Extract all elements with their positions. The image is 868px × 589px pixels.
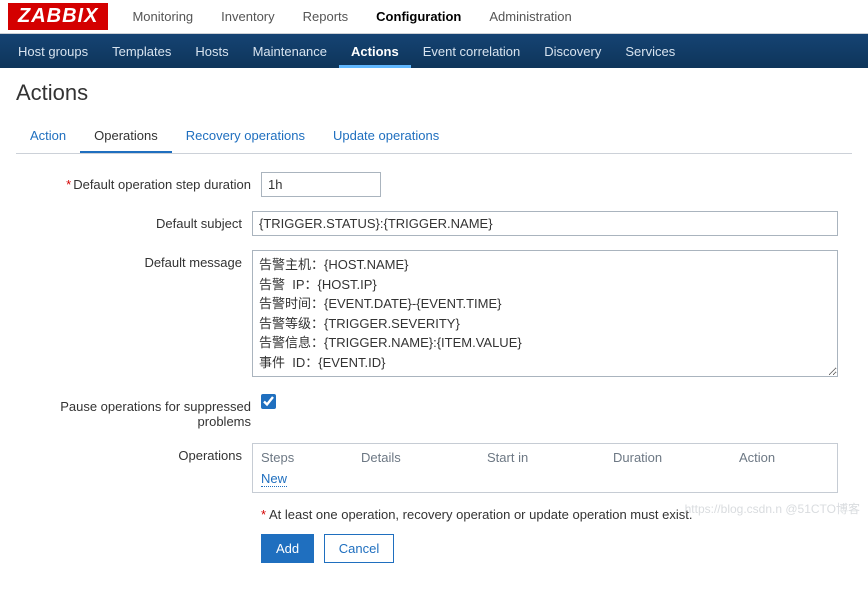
subject-label: Default subject — [16, 211, 252, 236]
operations-label: Operations — [16, 443, 252, 493]
col-steps: Steps — [261, 450, 361, 465]
subnav-host-groups[interactable]: Host groups — [6, 34, 100, 68]
required-hint: * At least one operation, recovery opera… — [261, 507, 692, 522]
tab-update-operations[interactable]: Update operations — [319, 120, 453, 153]
operations-new-link[interactable]: New — [261, 471, 287, 487]
pause-checkbox[interactable] — [261, 394, 276, 409]
subnav-services[interactable]: Services — [613, 34, 687, 68]
cancel-button[interactable]: Cancel — [324, 534, 394, 563]
tab-operations[interactable]: Operations — [80, 120, 172, 153]
topnav-monitoring[interactable]: Monitoring — [118, 1, 207, 32]
subnav-templates[interactable]: Templates — [100, 34, 183, 68]
tabs: Action Operations Recovery operations Up… — [16, 120, 852, 154]
topnav-configuration[interactable]: Configuration — [362, 1, 475, 32]
duration-label: *Default operation step duration — [16, 172, 261, 197]
top-nav: Monitoring Inventory Reports Configurati… — [118, 1, 585, 32]
subject-input[interactable] — [252, 211, 838, 236]
sub-nav: Host groups Templates Hosts Maintenance … — [0, 34, 868, 68]
subnav-hosts[interactable]: Hosts — [183, 34, 240, 68]
col-action: Action — [739, 450, 829, 465]
add-button[interactable]: Add — [261, 534, 314, 563]
topnav-administration[interactable]: Administration — [475, 1, 585, 32]
page-title: Actions — [16, 80, 852, 106]
operations-table: Steps Details Start in Duration Action N… — [252, 443, 838, 493]
col-details: Details — [361, 450, 487, 465]
subnav-maintenance[interactable]: Maintenance — [241, 34, 339, 68]
logo: ZABBIX — [8, 3, 108, 30]
subnav-discovery[interactable]: Discovery — [532, 34, 613, 68]
subnav-event-correlation[interactable]: Event correlation — [411, 34, 533, 68]
page-content: Actions Action Operations Recovery opera… — [0, 68, 868, 589]
message-textarea[interactable]: 告警主机：{HOST.NAME} 告警 IP：{HOST.IP} 告警时间：{E… — [252, 250, 838, 377]
subnav-actions[interactable]: Actions — [339, 34, 411, 68]
topnav-reports[interactable]: Reports — [289, 1, 363, 32]
top-bar: ZABBIX Monitoring Inventory Reports Conf… — [0, 0, 868, 34]
operations-table-header: Steps Details Start in Duration Action — [253, 444, 837, 471]
message-label: Default message — [16, 250, 252, 380]
duration-input[interactable] — [261, 172, 381, 197]
topnav-inventory[interactable]: Inventory — [207, 1, 288, 32]
pause-label: Pause operations for suppressed problems — [16, 394, 261, 429]
col-startin: Start in — [487, 450, 613, 465]
col-duration: Duration — [613, 450, 739, 465]
tab-recovery-operations[interactable]: Recovery operations — [172, 120, 319, 153]
tab-action[interactable]: Action — [16, 120, 80, 153]
